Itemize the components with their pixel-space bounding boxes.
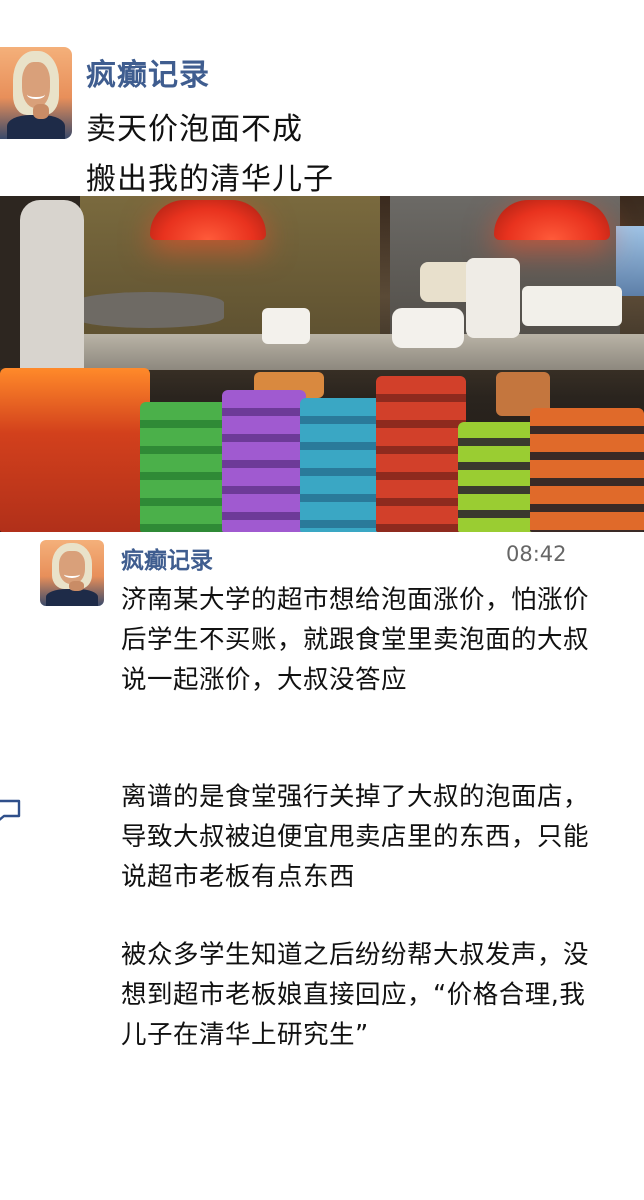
post-paragraph-3: 被众多学生知道之后纷纷帮大叔发声，没想到超市老板娘直接回应，“价格合理,我儿子在… — [121, 940, 590, 1050]
post-avatar-icon[interactable] — [40, 540, 104, 606]
comment-icon[interactable] — [0, 798, 22, 824]
header-author-name[interactable]: 疯癫记录 — [86, 50, 210, 94]
noodle-shelf-photo[interactable] — [0, 196, 644, 532]
post-author-name[interactable]: 疯癫记录 — [121, 541, 213, 575]
post-paragraph-2: 离谱的是食堂强行关掉了大叔的泡面店，导致大叔被迫便宜甩卖店里的东西，只能说超市老… — [121, 782, 590, 892]
headline-line-2: 搬出我的清华儿子 — [86, 162, 334, 197]
post-paragraph-1: 济南某大学的超市想给泡面涨价，怕涨价后学生不买账，就跟食堂里卖泡面的大叔说一起涨… — [121, 585, 590, 695]
headline-line-1: 卖天价泡面不成 — [86, 112, 303, 147]
post-header: 疯癫记录 卖天价泡面不成 搬出我的清华儿子 — [0, 0, 644, 197]
avatar-icon[interactable] — [0, 47, 72, 139]
post-timestamp: 08:42 — [506, 542, 567, 566]
